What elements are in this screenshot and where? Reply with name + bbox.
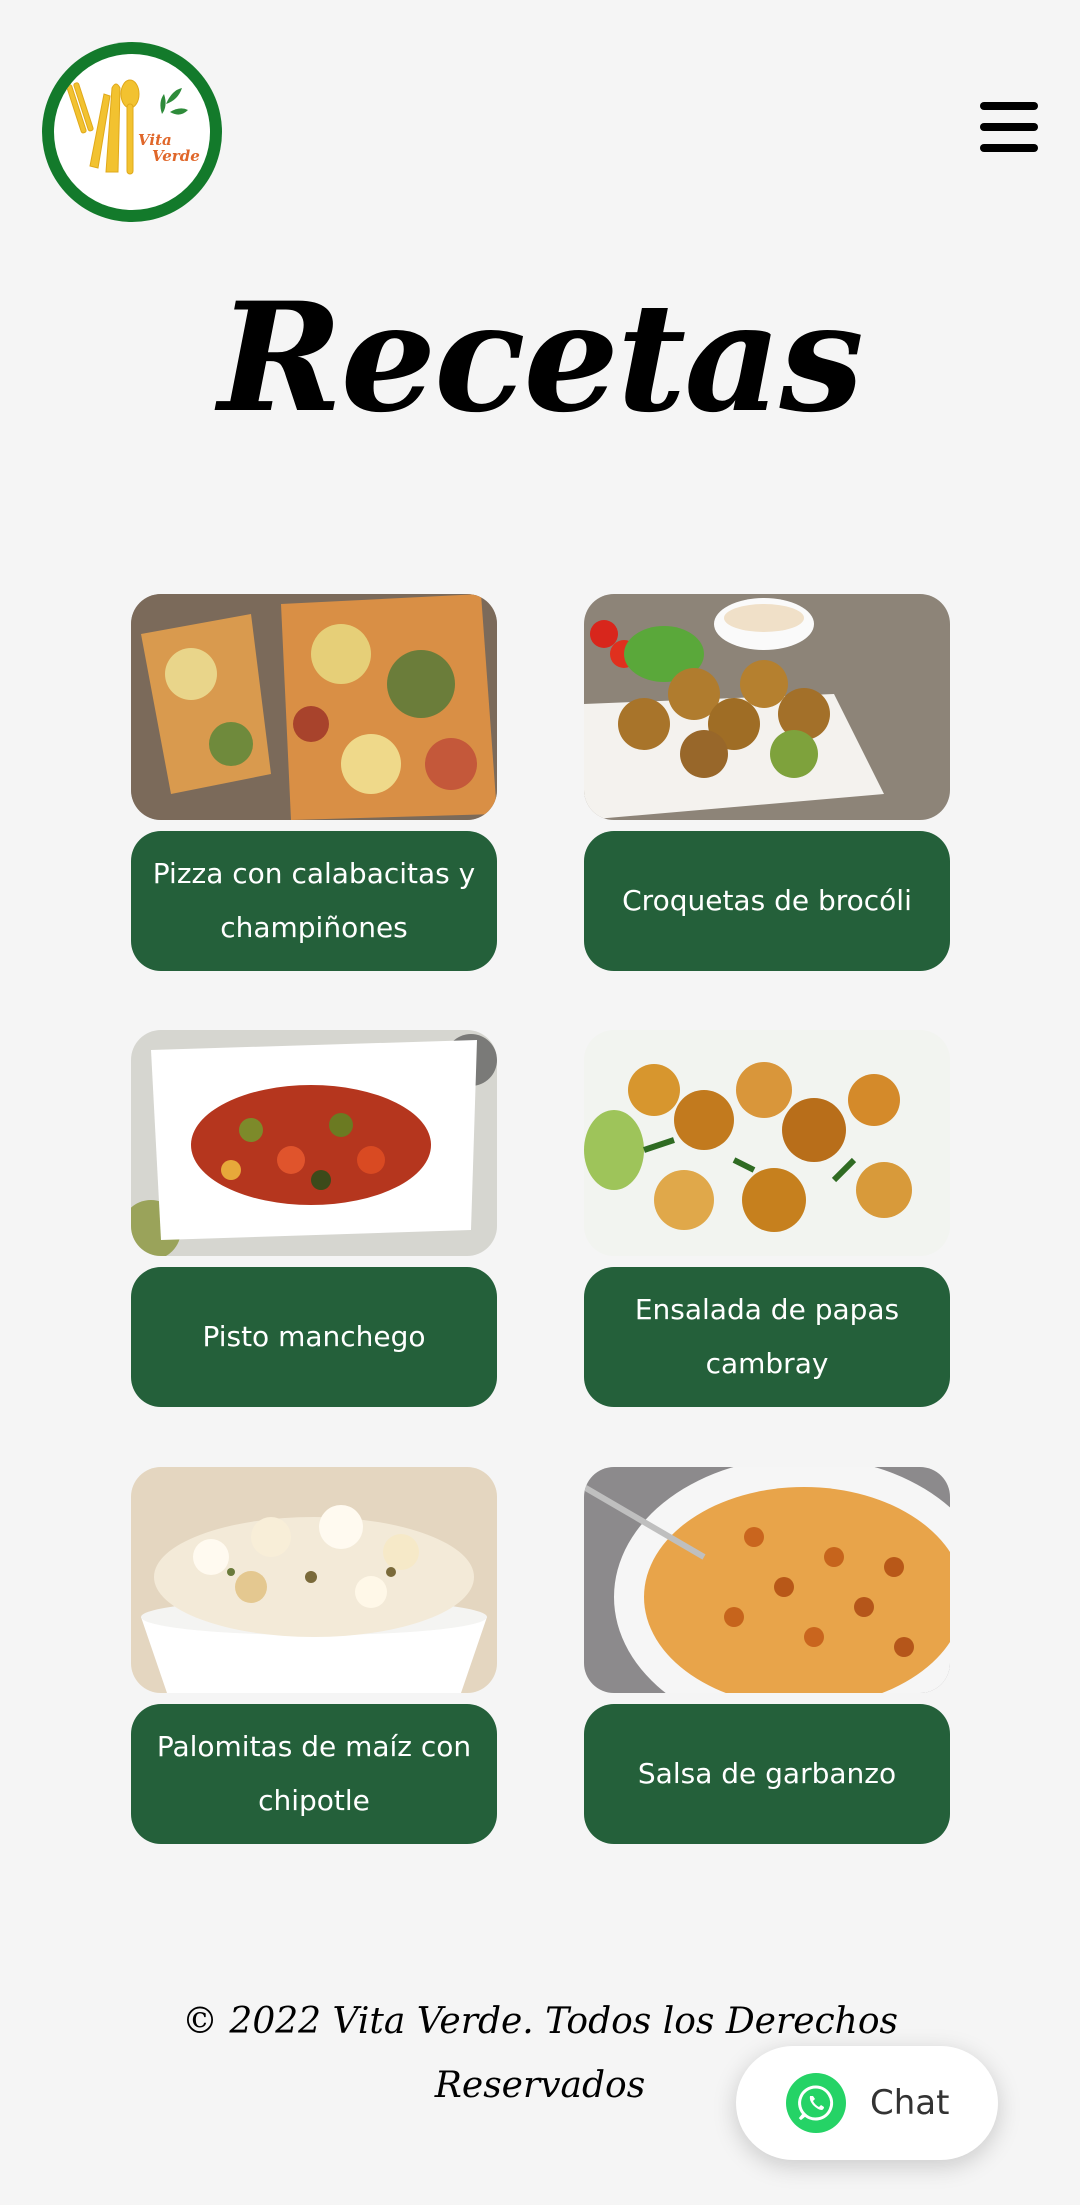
chat-label: Chat bbox=[870, 2083, 950, 2123]
menu-bar bbox=[980, 102, 1038, 110]
recipe-button-palomitas[interactable]: Palomitas de maíz con chipotle bbox=[131, 1704, 497, 1844]
recipe-card: Ensalada de papas cambray bbox=[584, 1030, 950, 1407]
recipe-card: Salsa de garbanzo bbox=[584, 1467, 950, 1844]
page-title: Recetas bbox=[218, 270, 864, 446]
logo-wordmark: Vita Verde bbox=[138, 131, 200, 165]
vita-verde-logo[interactable]: Vita Verde bbox=[42, 42, 222, 222]
recipe-button-garbanzo[interactable]: Salsa de garbanzo bbox=[584, 1704, 950, 1844]
logo-badge: Vita Verde bbox=[54, 54, 210, 210]
recipe-button-papas[interactable]: Ensalada de papas cambray bbox=[584, 1267, 950, 1407]
logo-text-vita: Vita bbox=[138, 131, 172, 149]
recipe-button-croquetas[interactable]: Croquetas de brocóli bbox=[584, 831, 950, 971]
garbanzo-photo[interactable] bbox=[584, 1467, 950, 1693]
recipe-button-pizza[interactable]: Pizza con calabacitas y champiñones bbox=[131, 831, 497, 971]
recipe-card: Pisto manchego bbox=[131, 1030, 497, 1407]
papas-photo[interactable] bbox=[584, 1030, 950, 1256]
recipe-card: Palomitas de maíz con chipotle bbox=[131, 1467, 497, 1844]
whatsapp-icon bbox=[786, 2073, 846, 2133]
croquetas-photo[interactable] bbox=[584, 594, 950, 820]
logo-text-verde: Verde bbox=[152, 147, 200, 165]
pizza-photo[interactable] bbox=[131, 594, 497, 820]
site-header: Vita Verde bbox=[0, 0, 1080, 260]
menu-bar bbox=[980, 144, 1038, 152]
whatsapp-chat-button[interactable]: Chat bbox=[736, 2046, 998, 2160]
hamburger-menu-icon[interactable] bbox=[980, 102, 1038, 152]
recipe-card: Croquetas de brocóli bbox=[584, 594, 950, 971]
pisto-photo[interactable] bbox=[131, 1030, 497, 1256]
recipe-button-pisto[interactable]: Pisto manchego bbox=[131, 1267, 497, 1407]
menu-bar bbox=[980, 123, 1038, 131]
palomitas-photo[interactable] bbox=[131, 1467, 497, 1693]
recipe-card: Pizza con calabacitas y champiñones bbox=[131, 594, 497, 971]
